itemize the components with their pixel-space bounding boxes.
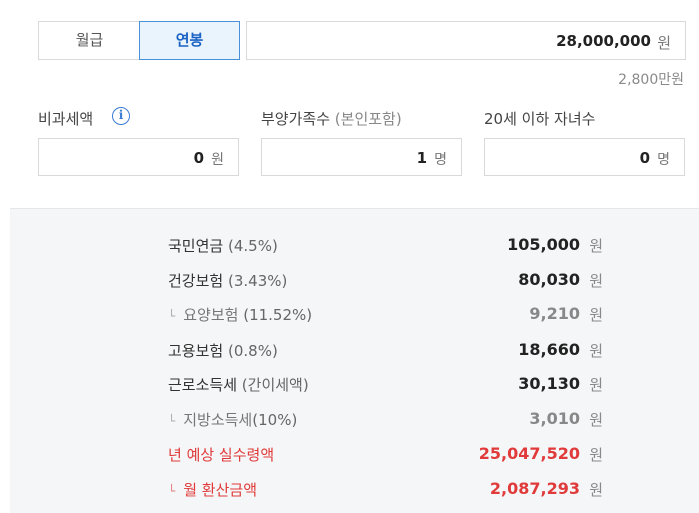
nontaxable-label: 비과세액 <box>38 110 94 128</box>
result-amount: 105,000 <box>507 235 580 254</box>
dependents-field[interactable]: 1 명 <box>261 138 462 176</box>
children-unit: 명 <box>657 152 670 168</box>
children-value: 0 <box>639 149 650 167</box>
result-label: 근로소득세 <box>168 376 238 394</box>
dependents-label-note: (본인포함) <box>334 110 402 128</box>
result-unit: 원 <box>589 376 603 394</box>
result-row-employment: 고용보험 (0.8%) 18,660 원 <box>10 338 699 362</box>
result-unit: 원 <box>589 272 603 290</box>
result-unit: 원 <box>589 306 603 324</box>
children-field[interactable]: 0 명 <box>484 138 685 176</box>
result-row-annual-net: 년 예상 실수령액 25,047,520 원 <box>10 442 699 466</box>
result-row-pension: 국민연금 (4.5%) 105,000 원 <box>10 233 699 257</box>
result-unit: 원 <box>589 481 603 499</box>
result-name: └ 요양보험 (11.52%) <box>168 304 312 325</box>
result-row-income-tax: 근로소득세 (간이세액) 30,130 원 <box>10 372 699 396</box>
dependents-unit: 명 <box>434 152 447 168</box>
result-rate: (3.43%) <box>227 272 288 290</box>
dependents-value: 1 <box>416 149 427 167</box>
dependents-label: 부양가족수 (본인포함) <box>261 108 402 129</box>
result-label: 고용보험 <box>168 342 224 360</box>
result-amount: 80,030 <box>518 270 580 289</box>
info-icon[interactable]: i <box>112 107 130 125</box>
nontaxable-field[interactable]: 0 원 <box>38 138 239 176</box>
salary-converted: 2,800만원 <box>618 72 684 88</box>
result-name: 건강보험 (3.43%) <box>168 270 287 291</box>
result-name: └ 월 환산금액 <box>168 479 257 500</box>
result-name: 년 예상 실수령액 <box>168 444 274 465</box>
result-rate: (10%) <box>252 411 298 429</box>
result-rate: (4.5%) <box>227 237 278 255</box>
result-name: 근로소득세 (간이세액) <box>168 374 309 395</box>
result-name: └ 지방소득세(10%) <box>168 409 297 430</box>
result-name: 고용보험 (0.8%) <box>168 340 278 361</box>
result-label: 요양보험 <box>183 306 239 324</box>
result-amount: 18,660 <box>518 340 580 359</box>
result-label: 월 환산금액 <box>183 481 258 499</box>
result-amount: 2,087,293 <box>489 479 580 498</box>
result-amount: 3,010 <box>529 409 580 428</box>
nontaxable-unit: 원 <box>211 152 224 168</box>
result-amount: 25,047,520 <box>478 444 580 463</box>
tab-annual[interactable]: 연봉 <box>139 21 240 60</box>
result-row-local-tax: └ 지방소득세(10%) 3,010 원 <box>10 407 699 431</box>
result-rate: (간이세액) <box>241 376 309 394</box>
results-panel: 국민연금 (4.5%) 105,000 원 건강보험 (3.43%) 80,03… <box>10 208 699 513</box>
result-unit: 원 <box>589 446 603 464</box>
salary-value: 28,000,000 <box>556 32 651 50</box>
result-rate: (0.8%) <box>227 342 278 360</box>
result-amount: 30,130 <box>518 374 580 393</box>
result-label: 건강보험 <box>168 272 224 290</box>
result-row-care: └ 요양보험 (11.52%) 9,210 원 <box>10 302 699 326</box>
result-rate: (11.52%) <box>243 306 313 324</box>
nontaxable-value: 0 <box>193 149 204 167</box>
result-label: 지방소득세 <box>183 411 253 429</box>
salary-input[interactable]: 28,000,000 원 <box>246 21 686 60</box>
result-amount: 9,210 <box>529 304 580 323</box>
dependents-label-text: 부양가족수 <box>261 110 331 128</box>
result-label: 년 예상 실수령액 <box>168 446 275 464</box>
branch-icon: └ <box>168 484 176 498</box>
branch-icon: └ <box>168 414 176 428</box>
result-row-health: 건강보험 (3.43%) 80,030 원 <box>10 268 699 292</box>
result-unit: 원 <box>589 237 603 255</box>
result-label: 국민연금 <box>168 237 224 255</box>
branch-icon: └ <box>168 309 176 323</box>
tab-monthly[interactable]: 월급 <box>38 21 140 60</box>
result-unit: 원 <box>589 342 603 360</box>
result-row-monthly-net: └ 월 환산금액 2,087,293 원 <box>10 477 699 501</box>
result-unit: 원 <box>589 411 603 429</box>
salary-unit: 원 <box>657 34 671 52</box>
result-name: 국민연금 (4.5%) <box>168 235 278 256</box>
children-label: 20세 이하 자녀수 <box>484 110 596 128</box>
